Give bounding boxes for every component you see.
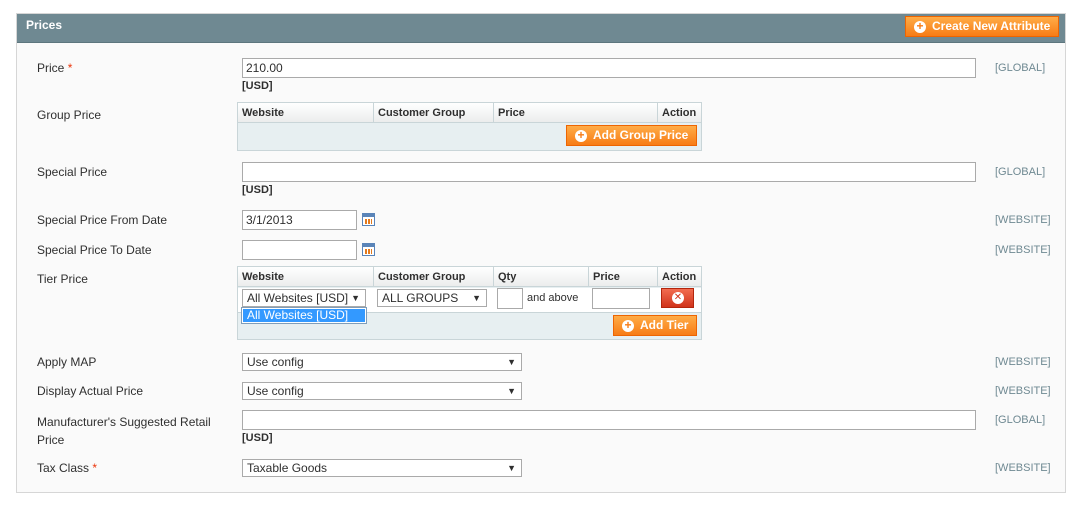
group-price-col-price: Price [494, 103, 658, 123]
add-group-price-button[interactable]: + Add Group Price [566, 125, 698, 146]
msrp-label-line1: Manufacturer's Suggested Retail [37, 415, 211, 429]
chevron-down-icon: ▼ [507, 357, 516, 367]
special-price-label: Special Price [37, 165, 108, 179]
website-dropdown-list: All Websites [USD] [241, 307, 367, 324]
apply-map-label: Apply MAP [37, 355, 97, 369]
group-price-col-action: Action [662, 107, 697, 119]
msrp-scope: [GLOBAL] [995, 414, 1046, 426]
calendar-icon[interactable] [362, 243, 375, 256]
price-input[interactable] [242, 58, 976, 78]
tier-price-grid-header: Website Customer Group Qty Price Action [238, 267, 701, 287]
tax-class-select[interactable]: Taxable Goods ▼ [242, 459, 522, 477]
chevron-down-icon: ▼ [472, 293, 481, 303]
group-price-col-customer-group: Customer Group [374, 103, 494, 123]
price-label-text: Price [37, 61, 65, 75]
special-to-input[interactable] [242, 240, 357, 260]
create-new-attribute-label: Create New Attribute [932, 19, 1051, 33]
msrp-label: Manufacturer's Suggested Retail Price [37, 413, 211, 449]
required-mark: * [92, 461, 98, 475]
display-actual-scope: [WEBSITE] [995, 385, 1051, 397]
delete-tier-button[interactable]: ✕ [661, 288, 694, 308]
tier-website-value: All Websites [USD] [247, 291, 349, 305]
special-price-scope: [GLOBAL] [995, 166, 1046, 178]
msrp-currency: [USD] [242, 432, 273, 444]
calendar-icon[interactable] [362, 213, 375, 226]
display-actual-value: Use config [247, 384, 304, 398]
tier-group-select[interactable]: ALL GROUPS ▼ [377, 289, 487, 307]
special-from-input[interactable] [242, 210, 357, 230]
price-scope: [GLOBAL] [995, 62, 1046, 74]
required-mark: * [67, 61, 73, 75]
group-price-grid-header: Website Customer Group Price Action [238, 103, 701, 123]
tier-qty-input[interactable] [497, 288, 523, 309]
tier-col-customer-group: Customer Group [374, 267, 494, 287]
apply-map-scope: [WEBSITE] [995, 356, 1051, 368]
plus-circle-icon: + [914, 20, 926, 33]
special-to-label: Special Price To Date [37, 243, 152, 257]
chevron-down-icon: ▼ [507, 386, 516, 396]
tax-class-scope: [WEBSITE] [995, 462, 1051, 474]
display-actual-label: Display Actual Price [37, 384, 144, 398]
group-price-label: Group Price [37, 108, 102, 122]
group-price-col-website: Website [238, 103, 374, 123]
chevron-down-icon: ▼ [507, 463, 516, 473]
panel-title: Prices [26, 18, 63, 32]
tier-price-input[interactable] [592, 288, 650, 309]
special-from-label: Special Price From Date [37, 213, 168, 227]
tier-col-price: Price [589, 267, 658, 287]
create-new-attribute-button[interactable]: + Create New Attribute [905, 16, 1060, 37]
tier-and-above: and above [527, 292, 579, 304]
price-currency: [USD] [242, 80, 273, 92]
delete-x-icon: ✕ [672, 292, 684, 304]
special-price-input[interactable] [242, 162, 976, 182]
plus-circle-icon: + [575, 129, 587, 142]
tier-col-website: Website [238, 267, 374, 287]
tier-col-qty: Qty [494, 267, 589, 287]
tier-website-select[interactable]: All Websites [USD] ▼ [242, 289, 366, 307]
special-to-scope: [WEBSITE] [995, 244, 1051, 256]
plus-circle-icon: + [622, 319, 634, 332]
chevron-down-icon: ▼ [351, 293, 360, 303]
tier-group-value: ALL GROUPS [382, 291, 459, 305]
display-actual-select[interactable]: Use config ▼ [242, 382, 522, 400]
apply-map-select[interactable]: Use config ▼ [242, 353, 522, 371]
tax-class-label: Tax Class * [37, 461, 97, 475]
msrp-label-line2: Price [37, 433, 65, 447]
tax-class-label-text: Tax Class [37, 461, 90, 475]
add-tier-label: Add Tier [640, 318, 689, 332]
tier-col-action: Action [662, 271, 697, 283]
special-from-scope: [WEBSITE] [995, 214, 1051, 226]
tier-price-label: Tier Price [37, 272, 88, 286]
price-label: Price * [37, 61, 72, 75]
msrp-input[interactable] [242, 410, 976, 430]
tax-class-value: Taxable Goods [247, 461, 328, 475]
website-dropdown-option[interactable]: All Websites [USD] [243, 309, 365, 322]
add-group-price-label: Add Group Price [593, 128, 689, 142]
apply-map-value: Use config [247, 355, 304, 369]
add-tier-button[interactable]: + Add Tier [613, 315, 698, 336]
special-price-currency: [USD] [242, 184, 273, 196]
